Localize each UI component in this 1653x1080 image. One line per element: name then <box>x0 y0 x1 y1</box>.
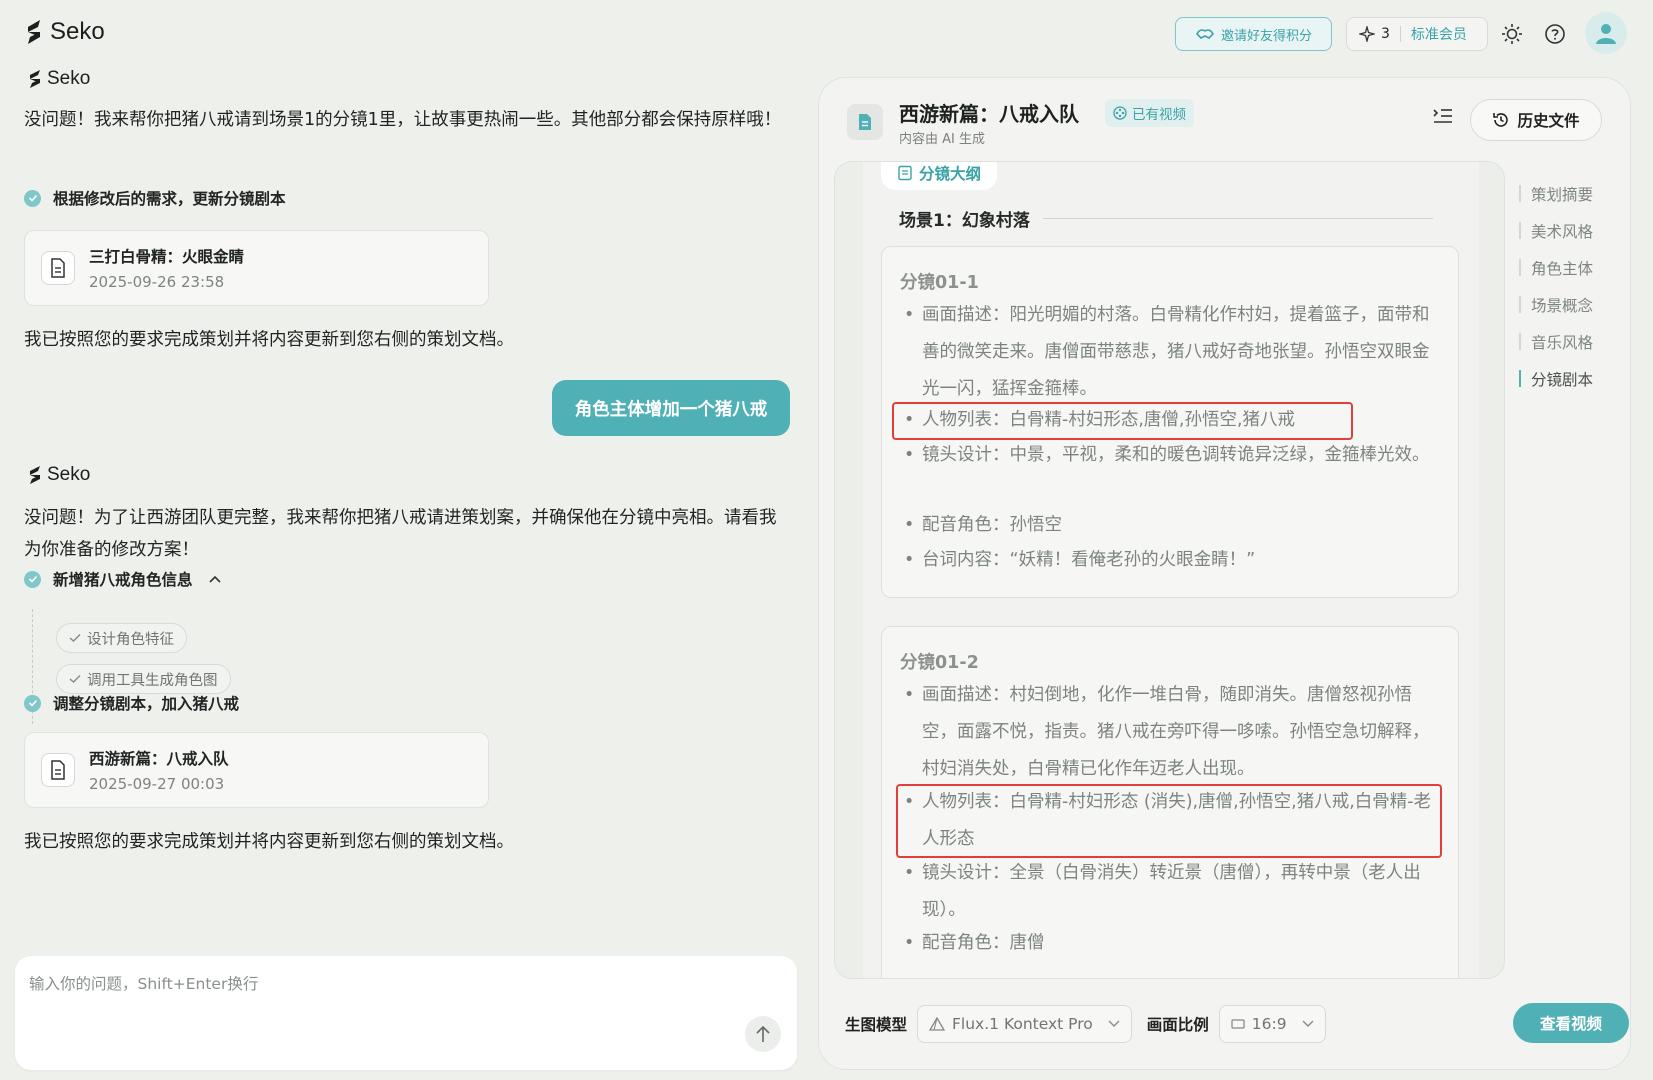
document-subtitle: 内容由 AI 生成 <box>899 132 985 147</box>
assistant-message: 没问题！我来帮你把猪八戒请到场景1的分镜1里，让故事更热闹一些。其他部分都会保持… <box>24 110 782 130</box>
seko-logo-icon <box>30 466 40 484</box>
scene-title: 场景1：幻象村落 <box>899 211 1030 231</box>
history-icon <box>1493 113 1509 127</box>
user-message: 角色主体增加一个猪八戒 <box>552 380 790 436</box>
divider <box>1399 26 1401 42</box>
handshake-icon <box>1196 29 1214 39</box>
aspect-ratio-icon <box>1231 1019 1245 1029</box>
film-icon <box>1113 106 1127 120</box>
send-button[interactable] <box>745 1016 781 1052</box>
theme-toggle-button[interactable] <box>1498 20 1526 48</box>
document-content[interactable]: 分镜大纲 场景1：幻象村落 分镜01-1 画面描述：阳光明媚的村落。白骨精化作村… <box>834 161 1505 979</box>
sparkle-icon <box>1359 26 1375 42</box>
outline-toggle-icon[interactable] <box>1431 104 1455 128</box>
has-video-badge[interactable]: 已有视频 <box>1105 99 1194 127</box>
history-files-button[interactable]: 历史文件 <box>1470 99 1602 141</box>
document-title: 三打白骨精：火眼金睛 <box>89 248 245 266</box>
shot-voice: 配音角色：唐僧 <box>900 925 1445 962</box>
check-icon <box>24 694 41 712</box>
sun-icon <box>1502 24 1522 44</box>
document-date: 2025-09-27 00:03 <box>89 775 225 793</box>
shot-voice: 配音角色：孙悟空 <box>900 507 1445 544</box>
view-video-button[interactable]: 查看视频 <box>1513 1003 1629 1043</box>
invite-label: 邀请好友得积分 <box>1220 28 1312 44</box>
chat-panel: Seko 没问题！我来帮你把猪八戒请到场景1的分镜1里，让故事更热闹一些。其他部… <box>0 68 800 948</box>
document-card[interactable]: 西游新篇：八戒入队 2025-09-27 00:03 <box>24 732 489 808</box>
table-of-contents: 策划摘要 美术风格 角色主体 场景概念 音乐风格 分镜剧本 <box>1519 175 1593 397</box>
divider <box>1043 218 1433 219</box>
chevron-down-icon <box>1108 1020 1120 1027</box>
assistant-message: 我已按照您的要求完成策划并将内容更新到您右侧的策划文档。 <box>24 832 514 852</box>
user-icon <box>1596 24 1616 44</box>
document-panel: 西游新篇：八戒入队 已有视频 内容由 AI 生成 历史文件 分镜大纲 场景1：幻… <box>818 77 1631 1070</box>
substep-chip: 调用工具生成角色图 <box>56 664 231 694</box>
shot-description: 画面描述：阳光明媚的村落。白骨精化作村妇，提着篮子，面带和善的微笑走来。唐僧面带… <box>900 297 1445 408</box>
arrow-up-icon <box>756 1025 770 1042</box>
task-step[interactable]: 新增猪八戒角色信息 <box>24 568 221 590</box>
seko-logo-icon <box>30 70 40 88</box>
toc-item-storyboard[interactable]: 分镜剧本 <box>1519 360 1593 397</box>
highlight-box <box>896 784 1442 858</box>
highlight-box <box>892 402 1353 440</box>
task-step: 调整分镜剧本，加入猪八戒 <box>24 692 239 714</box>
app-name: Seko <box>50 18 105 45</box>
assistant-name: Seko <box>28 464 90 486</box>
shot-line: 台词内容：“妖精！看俺老孙的火眼金睛！” <box>900 542 1445 579</box>
toc-item-music-style[interactable]: 音乐风格 <box>1519 323 1593 360</box>
assistant-name: Seko <box>28 68 90 90</box>
task-step: 根据修改后的需求，更新分镜剧本 <box>24 187 286 209</box>
ratio-label: 画面比例 <box>1146 1016 1209 1034</box>
shot-card: 分镜01-2 画面描述：村妇倒地，化作一堆白骨，随即消失。唐僧怒视孙悟空，面露不… <box>881 626 1459 978</box>
check-icon <box>69 634 81 642</box>
invite-friends-button[interactable]: 邀请好友得积分 <box>1175 17 1332 51</box>
substep-chip: 设计角色特征 <box>56 623 187 653</box>
shot-card: 分镜01-1 画面描述：阳光明媚的村落。白骨精化作村妇，提着篮子，面带和善的微笑… <box>881 246 1459 598</box>
check-icon <box>24 189 41 207</box>
document-date: 2025-09-26 23:58 <box>89 273 225 291</box>
assistant-message: 没问题！为了让西游团队更完整，我来帮你把猪八戒请进策划案，并确保他在分镜中亮相。… <box>24 508 777 560</box>
membership-tier: 标准会员 <box>1410 27 1467 43</box>
shot-camera: 镜头设计：中景，平视，柔和的暖色调转诡异泛绿，金箍棒光效。 <box>900 437 1445 474</box>
shot-id: 分镜01-2 <box>900 653 979 673</box>
assistant-message: 我已按照您的要求完成策划并将内容更新到您右侧的策划文档。 <box>24 330 514 350</box>
document-scroll[interactable]: 分镜大纲 场景1：幻象村落 分镜01-1 画面描述：阳光明媚的村落。白骨精化作村… <box>863 162 1479 978</box>
toc-item-characters[interactable]: 角色主体 <box>1519 249 1593 286</box>
document-footer: 生图模型 Flux.1 Kontext Pro 画面比例 16:9 查看视频 <box>845 1003 1629 1045</box>
toc-item-scene-concept[interactable]: 场景概念 <box>1519 286 1593 323</box>
check-icon <box>24 570 41 588</box>
shot-camera: 镜头设计：全景（白骨消失）转近景（唐僧），再转中景（老人出现）。 <box>900 855 1445 929</box>
outline-tab[interactable]: 分镜大纲 <box>881 162 998 190</box>
credits-membership[interactable]: 3 标准会员 <box>1346 17 1488 51</box>
shot-description: 画面描述：村妇倒地，化作一堆白骨，随即消失。唐僧怒视孙悟空，面露不悦，指责。猪八… <box>900 677 1445 788</box>
outline-icon <box>898 165 912 181</box>
chevron-up-icon <box>208 575 221 583</box>
help-button[interactable] <box>1541 20 1569 48</box>
model-label: 生图模型 <box>845 1016 908 1034</box>
document-icon <box>847 104 883 140</box>
shot-id: 分镜01-1 <box>900 273 979 293</box>
document-title: 西游新篇：八戒入队 <box>899 102 1079 126</box>
document-icon <box>41 753 75 787</box>
model-icon <box>929 1017 946 1031</box>
ratio-select[interactable]: 16:9 <box>1218 1005 1326 1043</box>
toc-item-summary[interactable]: 策划摘要 <box>1519 175 1593 212</box>
toc-item-art-style[interactable]: 美术风格 <box>1519 212 1593 249</box>
top-bar: Seko 邀请好友得积分 3 标准会员 <box>0 0 1653 68</box>
seko-logo-icon <box>28 20 40 44</box>
document-card[interactable]: 三打白骨精：火眼金睛 2025-09-26 23:58 <box>24 230 489 306</box>
chat-input[interactable]: 输入你的问题，Shift+Enter换行 <box>15 956 797 1070</box>
user-avatar[interactable] <box>1585 12 1627 54</box>
document-icon <box>41 251 75 285</box>
check-icon <box>69 675 81 683</box>
credit-count: 3 <box>1381 26 1390 42</box>
chevron-down-icon <box>1302 1020 1314 1027</box>
app-logo[interactable]: Seko <box>24 18 105 46</box>
model-select[interactable]: Flux.1 Kontext Pro <box>917 1005 1132 1043</box>
input-placeholder: 输入你的问题，Shift+Enter换行 <box>29 975 259 993</box>
help-icon <box>1545 24 1565 44</box>
document-title: 西游新篇：八戒入队 <box>89 750 229 768</box>
